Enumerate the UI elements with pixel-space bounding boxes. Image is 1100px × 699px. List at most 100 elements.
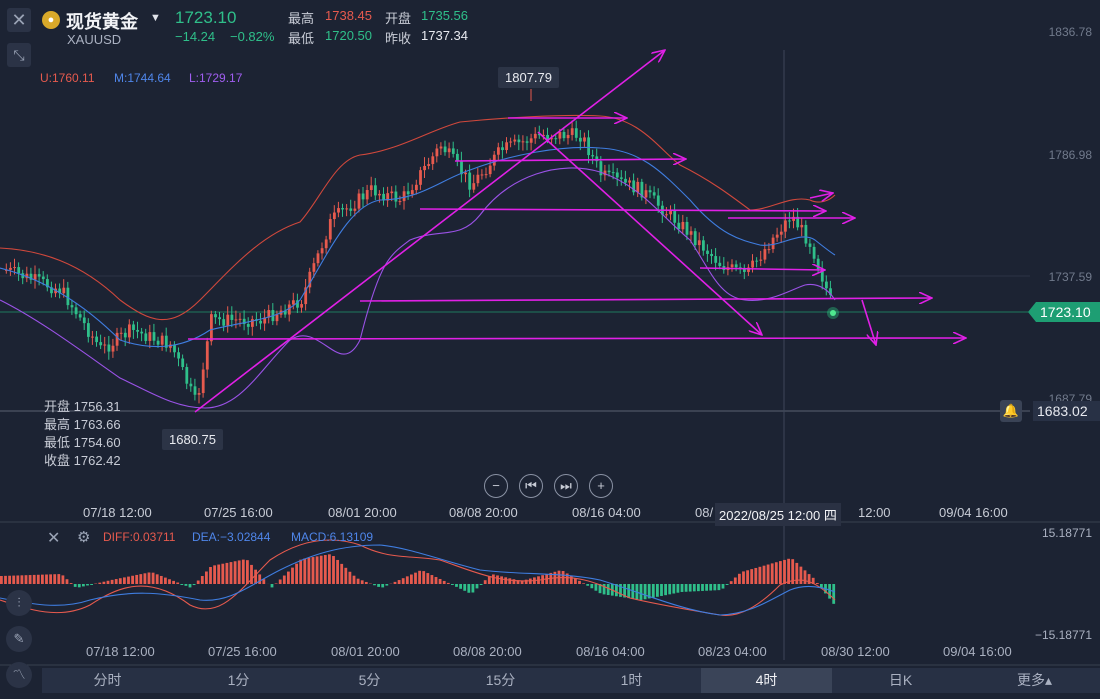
macd-bar [131,575,134,584]
time-axis-label: 09/04 16:00 [939,505,1008,520]
candle-body [246,324,250,327]
close-indicator-icon[interactable]: ✕ [47,528,60,548]
tab-timeframe[interactable]: 日K [835,668,966,693]
candle-body [423,165,426,171]
macd-bar [360,580,364,584]
macd-bar [123,577,126,584]
macd-bar [110,579,114,584]
macd-bar [328,554,331,584]
candle-body [37,274,41,277]
candle-body [755,260,759,262]
candle-body [693,231,697,246]
candle-body [210,314,213,342]
macd-bar [299,559,303,584]
macd-bar [504,577,508,584]
alert-price-flag[interactable]: 1683.02 [1033,401,1100,421]
macd-bar [750,569,754,584]
candle-body [730,264,734,268]
candle-body [615,172,619,178]
pencil-icon[interactable]: ✎ [6,626,32,652]
candle-body [406,191,410,195]
candle-body [41,276,45,280]
macd-bar [315,556,319,584]
ohlc-low: 最低 1754.60 [44,435,121,450]
candle-body [714,256,718,263]
macd-bar [159,575,163,584]
time-axis-label: 07/18 12:00 [83,505,152,520]
candle-body [443,146,447,153]
candle-body [349,208,353,211]
candle-body [132,324,135,330]
macd-bar [651,584,655,598]
macd-bar [41,574,44,584]
macd-bar [442,580,446,584]
skip-forward-icon[interactable]: ⏭ [554,474,578,498]
candle-body [570,128,574,135]
candle-body [177,352,180,359]
macd-bar [118,578,122,584]
macd-bar [803,570,807,584]
macd-bar [426,573,430,584]
upper-band-value: U:1760.11 [40,71,95,85]
gear-icon[interactable]: ⚙ [77,528,90,546]
candle-body [779,231,783,235]
macd-bar [524,579,528,584]
tab-timeframe[interactable]: 分时 [42,668,173,693]
candle-body [312,263,316,272]
macd-bar [114,579,118,584]
macd-bar [774,562,778,584]
macd-bar [766,564,770,584]
candle-body [107,344,111,352]
time-axis-label: 08/01 20:00 [328,505,397,520]
candle-body [357,193,361,209]
candle-body [681,221,685,230]
macd-bar [758,566,762,584]
macd-diff-value: DIFF:0.03711 [103,530,176,544]
macd-bar [65,579,69,584]
plus-circle-icon[interactable]: + [589,474,613,498]
candle-body [620,177,623,179]
indicator-tool-icon[interactable]: ⫶ [6,590,32,616]
macd-bar [278,579,282,584]
drawn-trendlines[interactable] [187,50,966,413]
tab-timeframe[interactable]: 5分 [304,668,435,693]
macd-bar [627,584,631,599]
candle-body [62,287,66,294]
candle-body [480,174,484,176]
macd-bar [364,581,368,584]
candle-body [197,393,201,395]
candle-body [611,172,615,174]
candle-body [128,324,131,338]
candle-body [583,137,586,142]
skip-back-icon[interactable]: ⏮ [519,474,543,498]
candle-body [525,141,529,143]
bell-icon[interactable]: 🔔 [1000,400,1022,422]
candle-body [374,185,377,196]
tab-more[interactable]: 更多▴ [969,668,1100,693]
line-tool-icon[interactable]: 〽 [6,662,32,688]
macd-time-label: 08/30 12:00 [821,644,890,659]
macd-bar [787,558,790,584]
tab-timeframe[interactable]: 1时 [566,668,697,693]
candle-body [505,142,508,151]
candle-body [464,172,467,175]
macd-bar [770,563,774,584]
main-chart[interactable] [0,0,1100,699]
candle-body [87,323,90,337]
time-axis-label: 08/08 20:00 [449,505,518,520]
tab-timeframe[interactable]: 1分 [173,668,304,693]
macd-bar [258,574,262,584]
candle-body [566,134,570,139]
candle-body [341,208,344,210]
macd-bar [410,574,413,584]
candle-body [451,148,455,154]
tab-timeframe[interactable]: 15分 [435,668,566,693]
macd-bar [139,574,143,584]
candle-body [95,336,98,343]
macd-bar [672,584,676,594]
tab-timeframe-active[interactable]: 4时 [701,668,832,693]
minus-circle-icon[interactable]: − [484,474,508,498]
macd-bar [8,575,11,584]
candle-body [574,128,578,138]
candle-body [152,332,156,341]
